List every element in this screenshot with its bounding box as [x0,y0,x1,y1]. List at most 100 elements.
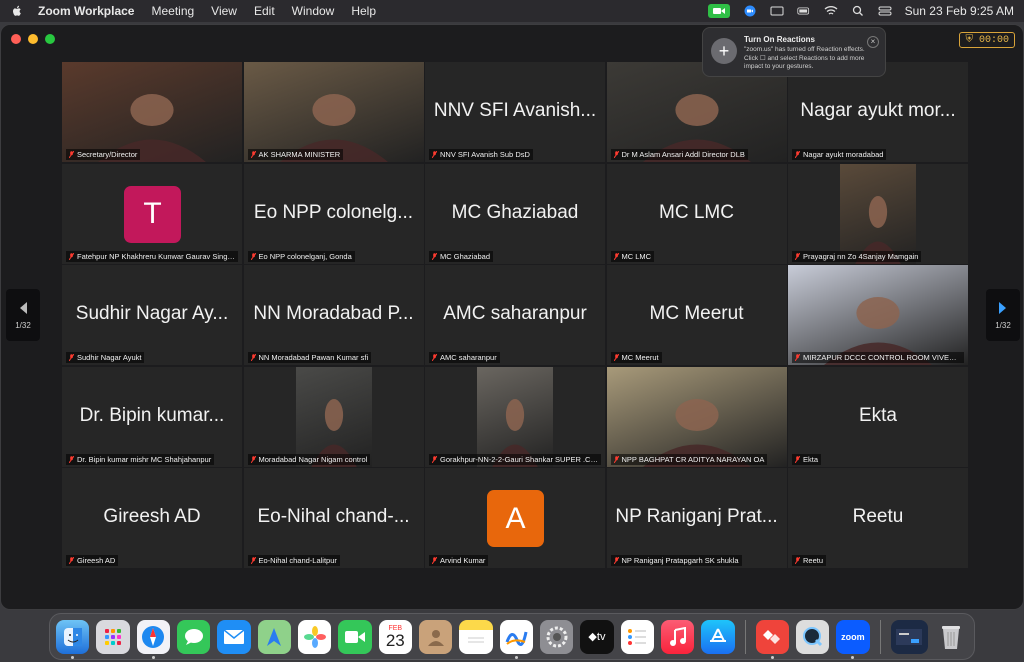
mail-icon[interactable] [217,619,251,654]
participant-name-label: Secretary/Director [66,149,141,160]
participant-tile[interactable]: MC LMC MC LMC [606,163,787,264]
maps-icon[interactable] [257,619,291,654]
participant-display-name: NNV SFI Avanish... [433,100,597,121]
participant-tile[interactable]: Gireesh AD Gireesh AD [62,468,242,568]
participant-tile[interactable]: Eo-Nihal chand-... Eo-Nihal chand-Lalitpu… [243,468,424,568]
participant-name-label: NP Raniganj Pratapgarh SK shukla [610,555,742,566]
mic-muted-icon [795,252,800,260]
page-indicator-right: 1/32 [995,320,1011,330]
participant-avatar: T [124,185,181,243]
participant-tile[interactable]: Dr M Aslam Ansari Addl Director DLB [606,62,787,162]
participant-display-name: NP Raniganj Prat... [615,506,778,527]
display-icon[interactable] [770,5,784,17]
trash-icon[interactable] [935,620,968,654]
participant-tile[interactable]: AMC saharanpur AMC saharanpur [425,265,605,365]
participant-tile[interactable]: NPP BAGHPAT CR ADITYA NARAYAN OA [606,366,787,467]
safari-icon[interactable] [136,619,170,659]
launchpad-icon[interactable] [96,619,130,654]
participant-tile[interactable]: NN Moradabad P... NN Moradabad Pawan Kuma… [243,265,424,365]
music-icon[interactable] [660,619,695,654]
participant-video [243,62,424,162]
spotlight-search-icon[interactable] [851,5,865,17]
participant-tile[interactable]: A Arvind Kumar [425,468,605,568]
participant-video [840,163,916,264]
system-settings-icon[interactable] [539,619,574,654]
shield-icon: ⛨ [965,35,973,46]
participant-name-text: AK SHARMA MINISTER [258,150,341,159]
close-icon[interactable]: × [867,36,879,48]
participant-name-text: MIRZAPUR DCCC CONTROL ROOM VIVEK KU... [803,353,964,362]
participant-tile[interactable]: Ekta Ekta [788,366,968,467]
participant-tile[interactable]: Prayagraj nn Zo 4Sanjay Mamgain [788,163,968,264]
mic-muted-icon [613,557,619,564]
participant-name-text: Dr M Aslam Ansari Addl Director DLB [621,150,745,159]
participant-video [606,62,787,162]
app-store-icon[interactable] [701,619,735,654]
participant-tile[interactable]: MC Meerut MC Meerut [606,265,787,365]
freeform-icon[interactable] [499,619,533,659]
participant-display-name: Eo-Nihal chand-... [257,506,410,527]
calendar-icon[interactable]: FEB 23 [378,619,412,654]
participant-name-text: Ekta [803,454,819,464]
participant-tile[interactable]: MIRZAPUR DCCC CONTROL ROOM VIVEK KU... [788,265,968,365]
screenshot-thumbnail-icon[interactable] [890,619,928,654]
participant-name-label: Eo-Nihal chand-Lalitpur [247,555,340,566]
quicktime-icon[interactable] [795,619,830,654]
zoom-icon[interactable]: zoom [836,619,870,659]
participant-tile[interactable]: Eo NPP colonelg... Eo NPP colonelganj, Go… [243,163,424,264]
clock[interactable]: Sun 23 Feb 9:25 AM [905,4,1014,18]
menu-meeting[interactable]: Meeting [151,4,194,18]
anydesk-icon[interactable] [755,619,789,659]
reactions-notification[interactable]: + Turn On Reactions "zoom.us" has turned… [702,27,886,77]
participant-name-label: Moradabad Nagar Nigam control [247,453,371,465]
participant-tile[interactable]: Secretary/Director [62,62,242,162]
finder-icon[interactable] [56,619,90,659]
menu-window[interactable]: Window [292,4,335,18]
next-page-button[interactable]: 1/32 [986,289,1020,341]
participant-name-label: NPP BAGHPAT CR ADITYA NARAYAN OA [610,453,768,465]
menu-help[interactable]: Help [351,4,376,18]
participant-display-name: NN Moradabad P... [253,303,414,324]
reminders-icon[interactable] [620,619,654,654]
previous-page-button[interactable]: 1/32 [6,289,40,341]
wifi-icon[interactable] [824,5,838,17]
participant-display-name: Dr. Bipin kumar... [79,404,225,426]
participant-name-label: AK SHARMA MINISTER [247,149,344,160]
participant-name-text: Dr. Bipin kumar mishr MC Shahjahanpur [77,454,212,464]
participant-name-text: Fatehpur NP Khakhreru Kunwar Gaurav Sing… [77,251,238,261]
participant-tile[interactable]: NP Raniganj Prat... NP Raniganj Pratapgar… [606,468,787,568]
minimize-window-button[interactable] [28,34,38,44]
participant-tile[interactable]: AK SHARMA MINISTER [243,62,424,162]
participant-tile[interactable]: NNV SFI Avanish... NNV SFI Avanish Sub Ds… [425,62,605,162]
participant-name-label: Eo NPP colonelganj, Gonda [247,250,355,262]
video-camera-status-icon[interactable] [707,4,730,18]
messages-icon[interactable] [176,619,211,654]
apple-icon[interactable] [10,4,24,18]
notes-icon[interactable] [459,619,493,654]
menu-edit[interactable]: Edit [254,4,275,18]
participant-tile[interactable]: Sudhir Nagar Ay... Sudhir Nagar Ayukt [62,265,242,365]
participant-tile[interactable]: Nagar ayukt mor... Nagar ayukt moradabad [788,62,968,162]
app-name-menu[interactable]: Zoom Workplace [38,4,134,18]
contacts-icon[interactable] [418,619,453,654]
participant-tile[interactable]: T Fatehpur NP Khakhreru Kunwar Gaurav Sin… [62,163,242,264]
battery-icon[interactable] [796,5,811,17]
participant-tile[interactable]: MC Ghaziabad MC Ghaziabad [425,163,605,264]
participant-tile[interactable]: Moradabad Nagar Nigam control [243,366,424,467]
zoom-status-icon[interactable] [743,5,757,17]
participant-tile[interactable]: Dr. Bipin kumar... Dr. Bipin kumar mishr … [62,366,242,467]
mic-muted-icon [69,557,74,564]
apple-tv-icon[interactable]: ◆tv [580,619,614,654]
participant-display-name: Eo NPP colonelg... [253,201,414,223]
control-center-icon[interactable] [878,5,892,17]
participant-name-label: Dr M Aslam Ansari Addl Director DLB [610,149,748,160]
close-window-button[interactable] [11,34,21,44]
maximize-window-button[interactable] [45,34,55,44]
menu-view[interactable]: View [211,4,237,18]
participant-tile[interactable]: Gorakhpur-NN-2-2-Gauri Shankar SUPER .CL… [425,366,605,467]
facetime-icon[interactable] [338,619,372,654]
photos-icon[interactable] [297,619,332,654]
meeting-timer[interactable]: ⛨ 00:00 [959,32,1015,48]
participant-tile[interactable]: Reetu Reetu [788,468,968,568]
participant-video [477,366,553,467]
